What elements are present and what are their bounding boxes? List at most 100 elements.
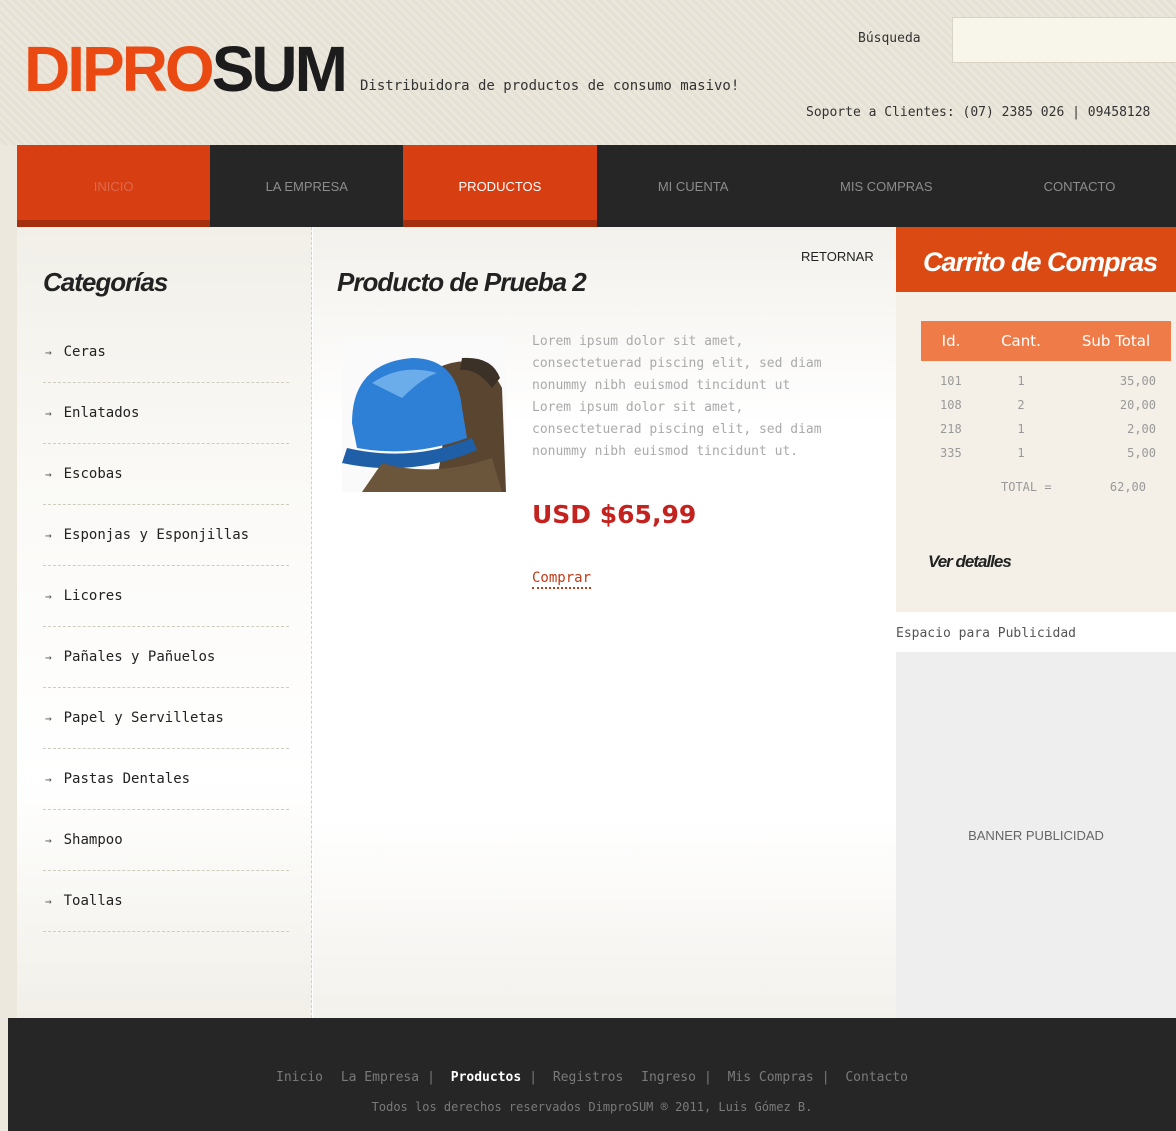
cart-cell-subtotal: 5,00 [1127, 446, 1156, 460]
category-item[interactable]: → Shampoo [43, 810, 289, 871]
nav-item-la-empresa[interactable]: La Empresa [210, 145, 403, 227]
table-row: 101 1 35,00 [921, 369, 1171, 393]
site-header: DIPROSUM Distribuidora de productos de c… [0, 0, 1176, 145]
cart-cell-id: 335 [940, 446, 962, 460]
ad-banner-text: BANNER PUBLICIDAD [968, 827, 1104, 843]
category-label: Ceras [63, 344, 106, 360]
main-nav: Inicio La Empresa Productos Mi Cuenta Mi… [17, 145, 1176, 227]
category-label: Pañales y Pañuelos [63, 649, 216, 665]
nav-item-mis-compras[interactable]: Mis Compras [790, 145, 983, 227]
cart-cell-id: 101 [940, 374, 962, 388]
arrow-right-icon: → [45, 467, 52, 481]
cart-cell-qty: 1 [1017, 422, 1025, 436]
ad-label-bar: Espacio para Publicidad [896, 612, 1176, 652]
cart-cell-qty: 2 [1017, 398, 1025, 412]
category-item[interactable]: → Licores [43, 566, 289, 627]
category-item[interactable]: → Ceras [43, 322, 289, 383]
category-item[interactable]: → Pañales y Pañuelos [43, 627, 289, 688]
footer-separator: | [427, 1070, 435, 1085]
cart-cell-qty: 1 [1017, 374, 1025, 388]
footer-link-ingreso[interactable]: Ingreso [641, 1070, 696, 1085]
arrow-right-icon: → [45, 711, 52, 725]
category-label: Escobas [63, 466, 123, 482]
arrow-right-icon: → [45, 833, 52, 847]
arrow-right-icon: → [45, 528, 52, 542]
ad-label: Espacio para Publicidad [896, 626, 1077, 641]
table-row: 218 1 2,00 [921, 417, 1171, 441]
cart-total-value: 62,00 [1109, 480, 1146, 494]
cart-cell-id: 108 [940, 398, 962, 412]
category-item[interactable]: → Enlatados [43, 383, 289, 444]
logo-part-1: DIPRO [24, 33, 215, 105]
footer-separator: | [703, 1070, 712, 1085]
cart-cell-id: 218 [940, 422, 962, 436]
cart-total: TOTAL = 62,00 [1001, 480, 1156, 494]
category-label: Pastas Dentales [63, 771, 191, 787]
product-content: Producto de Prueba 2 RETORNAR Lorem ipsu… [313, 227, 896, 1018]
category-item[interactable]: → Escobas [43, 444, 289, 505]
category-label: Enlatados [63, 405, 140, 421]
table-row: 335 1 5,00 [921, 441, 1171, 465]
cart-col-qty: Cant. [1001, 332, 1041, 350]
cart-total-label: TOTAL = [1001, 480, 1052, 494]
nav-item-productos[interactable]: Productos [403, 145, 597, 227]
arrow-right-icon: → [45, 650, 52, 664]
arrow-right-icon: → [45, 589, 52, 603]
footer-link-productos[interactable]: Productos [451, 1070, 521, 1085]
cart-cell-subtotal: 2,00 [1127, 422, 1156, 436]
product-description: Lorem ipsum dolor sit amet, consectetuer… [532, 334, 822, 459]
category-label: Shampoo [63, 832, 123, 848]
product-image [342, 338, 506, 492]
cart-rows: 101 1 35,00 108 2 20,00 218 1 2,00 335 1 [921, 369, 1171, 465]
arrow-right-icon: → [45, 772, 52, 786]
category-item[interactable]: → Toallas [43, 871, 289, 932]
arrow-right-icon: → [45, 406, 52, 420]
footer-link-mis-compras[interactable]: Mis Compras [728, 1070, 814, 1085]
cart-panel: Id. Cant. Sub Total 101 1 35,00 108 2 20… [896, 292, 1176, 612]
footer-links: Inicio La Empresa | Productos | Registros … [8, 1070, 1176, 1085]
main-area: Categorías → Ceras → Enlatados → Escobas → E… [17, 227, 1176, 1018]
arrow-right-icon: → [45, 345, 52, 359]
search-label: Búsqueda [858, 31, 921, 46]
cart-header: Carrito de Compras [896, 227, 1176, 292]
category-label: Esponjas y Esponjillas [63, 527, 250, 543]
buy-link[interactable]: Comprar [532, 570, 592, 589]
cart-cell-subtotal: 35,00 [1119, 374, 1156, 388]
footer-link-contacto[interactable]: Contacto [845, 1070, 908, 1085]
back-link[interactable]: RETORNAR [801, 249, 874, 264]
footer-link-inicio[interactable]: Inicio [276, 1070, 323, 1085]
hard-hat-icon [342, 338, 506, 492]
nav-item-contacto[interactable]: Contacto [983, 145, 1176, 227]
table-row: 108 2 20,00 [921, 393, 1171, 417]
product-title: Producto de Prueba 2 [337, 267, 587, 297]
site-tagline: Distribuidora de productos de consumo ma… [360, 78, 740, 94]
category-label: Toallas [63, 893, 123, 909]
nav-item-mi-cuenta[interactable]: Mi Cuenta [597, 145, 790, 227]
category-item[interactable]: → Pastas Dentales [43, 749, 289, 810]
search-input[interactable] [952, 17, 1176, 63]
cart-cell-qty: 1 [1017, 446, 1025, 460]
cart-col-id: Id. [941, 332, 961, 350]
category-list: → Ceras → Enlatados → Escobas → Esponjas y E… [43, 322, 289, 932]
ad-banner[interactable]: BANNER PUBLICIDAD [896, 652, 1176, 1018]
category-item[interactable]: → Esponjas y Esponjillas [43, 505, 289, 566]
sidebar-title: Categorías [43, 267, 168, 297]
page-left-strip [0, 0, 8, 1131]
support-contact: Soporte a Clientes: (07) 2385 026 | 0945… [806, 105, 1151, 120]
copyright-text: Todos los derechos reservados DimproSUM … [371, 1100, 813, 1114]
category-label: Licores [63, 588, 123, 604]
view-details-link[interactable]: Ver detalles [928, 552, 1012, 572]
site-logo[interactable]: DIPROSUM [24, 33, 348, 105]
cart-cell-subtotal: 20,00 [1119, 398, 1156, 412]
cart-table-header: Id. Cant. Sub Total [921, 321, 1171, 361]
cart-title: Carrito de Compras [923, 247, 1158, 277]
categories-sidebar: Categorías → Ceras → Enlatados → Escobas → E… [17, 227, 312, 1018]
nav-item-inicio[interactable]: Inicio [17, 145, 211, 227]
right-column: Carrito de Compras Id. Cant. Sub Total 1… [896, 227, 1176, 1018]
footer-link-registros[interactable]: Registros [553, 1070, 623, 1085]
category-item[interactable]: → Papel y Servilletas [43, 688, 289, 749]
category-label: Papel y Servilletas [63, 710, 224, 726]
arrow-right-icon: → [45, 894, 52, 908]
logo-part-2: SUM [211, 33, 348, 105]
footer-link-la-empresa[interactable]: La Empresa [341, 1070, 419, 1085]
